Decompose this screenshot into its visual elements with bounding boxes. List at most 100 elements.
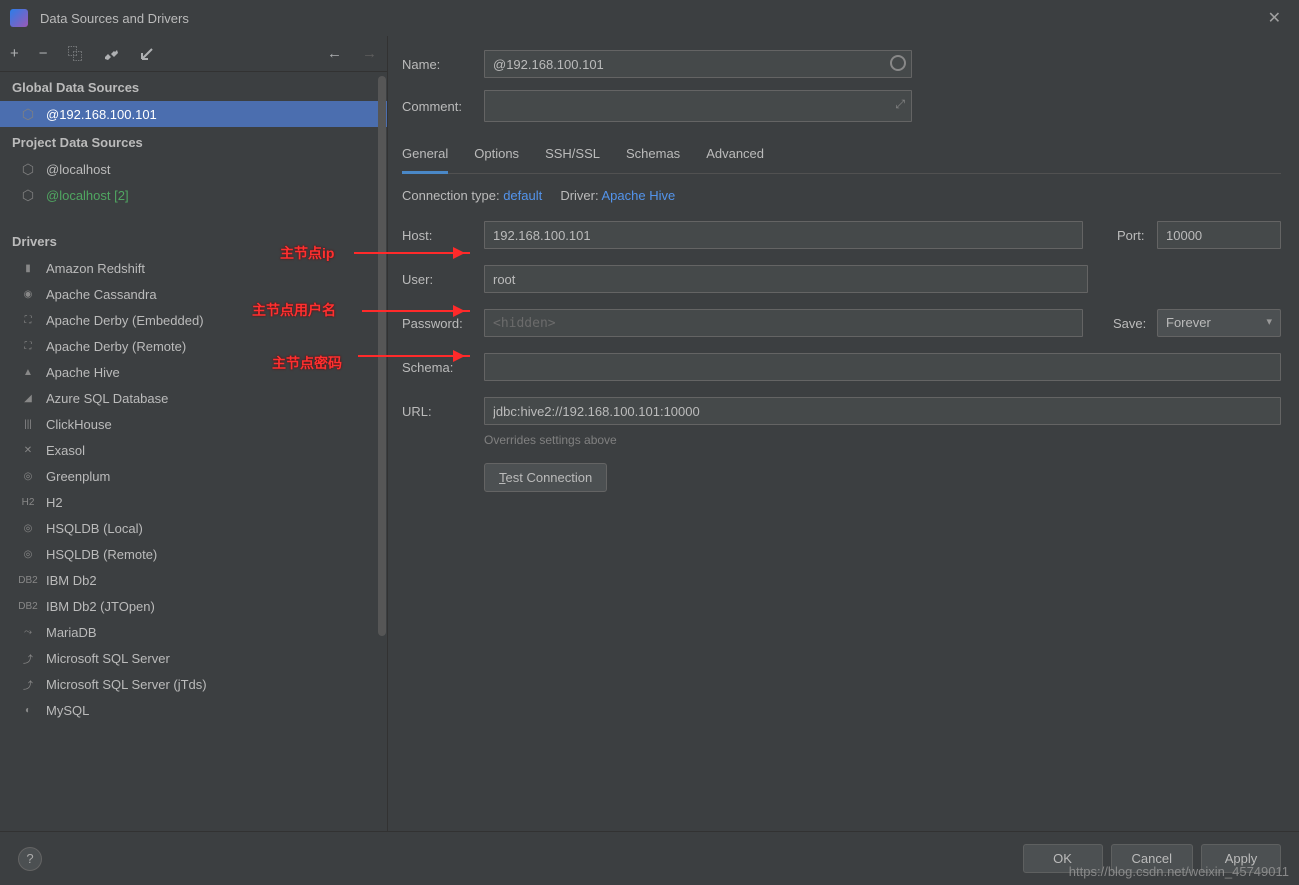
- app-icon: [10, 9, 28, 27]
- url-label: URL:: [402, 404, 484, 419]
- add-button[interactable]: +: [10, 45, 19, 62]
- expand-icon[interactable]: ⤢: [895, 97, 905, 112]
- driver-item[interactable]: ▲ Apache Hive: [0, 359, 387, 385]
- annotation-arrow-password: [358, 355, 470, 357]
- tab-schemas[interactable]: Schemas: [626, 140, 680, 173]
- driver-item[interactable]: ⛶Apache Derby (Embedded): [0, 307, 387, 333]
- tree-item-label: HSQLDB (Local): [46, 521, 143, 536]
- tree-item[interactable]: ⬡ @localhost [2]: [0, 182, 387, 208]
- datasource-icon: ◎: [20, 546, 36, 562]
- driver-item[interactable]: ▮Amazon Redshift: [0, 255, 387, 281]
- connection-type-link[interactable]: default: [503, 188, 542, 203]
- tree-item-label: Apache Hive: [46, 365, 120, 380]
- schema-input[interactable]: [484, 353, 1281, 381]
- datasource-tree[interactable]: Global Data Sources ⬡@192.168.100.101 Pr…: [0, 72, 387, 831]
- driver-item[interactable]: ◎ HSQLDB (Remote): [0, 541, 387, 567]
- tree-item-label: MariaDB: [46, 625, 97, 640]
- password-placeholder: <hidden>: [493, 316, 556, 331]
- driver-item[interactable]: ◐MySQL: [0, 697, 387, 723]
- comment-input[interactable]: ⤢: [484, 90, 912, 122]
- test-connection-button[interactable]: Test Connection: [484, 463, 607, 492]
- close-icon[interactable]: ✕: [1260, 4, 1289, 32]
- datasource-icon: DB2: [20, 572, 36, 588]
- tools-icon[interactable]: [103, 46, 119, 62]
- window-title: Data Sources and Drivers: [40, 11, 1260, 26]
- project-sources-header: Project Data Sources: [0, 127, 387, 156]
- global-sources-header: Global Data Sources: [0, 72, 387, 101]
- driver-item[interactable]: H2 H2: [0, 489, 387, 515]
- tree-item-label: MySQL: [46, 703, 89, 718]
- tree-item-label: Microsoft SQL Server: [46, 651, 170, 666]
- annotation-arrow-host: [354, 252, 470, 254]
- driver-item[interactable]: ⛶Apache Derby (Remote): [0, 333, 387, 359]
- tab-general[interactable]: General: [402, 140, 448, 174]
- driver-item[interactable]: DB2IBM Db2: [0, 567, 387, 593]
- datasource-icon: ◎: [20, 468, 36, 484]
- url-input[interactable]: [484, 397, 1281, 425]
- tree-item-label: ClickHouse: [46, 417, 112, 432]
- datasource-icon: ⤳: [20, 624, 36, 640]
- name-input[interactable]: [484, 50, 912, 78]
- host-input[interactable]: [484, 221, 1083, 249]
- connection-info: Connection type: default Driver: Apache …: [402, 188, 1281, 203]
- datasource-icon: ⬡: [20, 161, 36, 177]
- driver-item[interactable]: DB2 IBM Db2 (JTOpen): [0, 593, 387, 619]
- tree-item-label: Exasol: [46, 443, 85, 458]
- port-input[interactable]: [1157, 221, 1281, 249]
- connection-type-label: Connection type:: [402, 188, 500, 203]
- tree-item[interactable]: ⬡@192.168.100.101: [0, 101, 387, 127]
- tree-item-label: Greenplum: [46, 469, 110, 484]
- datasource-icon: H2: [20, 494, 36, 510]
- datasource-icon: ⤴: [20, 650, 36, 666]
- reset-color-icon[interactable]: [890, 55, 906, 71]
- password-input[interactable]: <hidden>: [484, 309, 1083, 337]
- forward-icon[interactable]: →: [362, 45, 377, 62]
- schema-label: Schema:: [402, 360, 484, 375]
- tree-item-label: @192.168.100.101: [46, 107, 157, 122]
- user-input[interactable]: [484, 265, 1088, 293]
- user-label: User:: [402, 272, 484, 287]
- tree-item-label: Amazon Redshift: [46, 261, 145, 276]
- tab-options[interactable]: Options: [474, 140, 519, 173]
- tree-item-label: Microsoft SQL Server (jTds): [46, 677, 207, 692]
- driver-label: Driver:: [560, 188, 598, 203]
- datasource-icon: ◢: [20, 390, 36, 406]
- help-button[interactable]: ?: [18, 847, 42, 871]
- driver-item[interactable]: ⤴ Microsoft SQL Server: [0, 645, 387, 671]
- driver-item[interactable]: ◢Azure SQL Database: [0, 385, 387, 411]
- driver-item[interactable]: ◉Apache Cassandra: [0, 281, 387, 307]
- tab-ssh-ssl[interactable]: SSH/SSL: [545, 140, 600, 173]
- tree-item[interactable]: ⬡ @localhost: [0, 156, 387, 182]
- driver-item[interactable]: |||ClickHouse: [0, 411, 387, 437]
- datasource-icon: ✕: [20, 442, 36, 458]
- driver-item[interactable]: ✕ Exasol: [0, 437, 387, 463]
- driver-item[interactable]: ⤴Microsoft SQL Server (jTds): [0, 671, 387, 697]
- export-icon[interactable]: [139, 46, 155, 62]
- datasource-icon: ▲: [20, 364, 36, 380]
- back-icon[interactable]: ←: [327, 45, 342, 62]
- driver-link[interactable]: Apache Hive: [602, 188, 676, 203]
- tree-item-label: IBM Db2 (JTOpen): [46, 599, 155, 614]
- driver-item[interactable]: ⤳ MariaDB: [0, 619, 387, 645]
- tree-item-label: @localhost: [46, 162, 111, 177]
- host-label: Host:: [402, 228, 484, 243]
- datasource-icon: ⛶: [20, 312, 36, 328]
- tree-item-label: HSQLDB (Remote): [46, 547, 157, 562]
- remove-button[interactable]: −: [39, 45, 48, 62]
- datasource-icon: DB2: [20, 598, 36, 614]
- datasource-icon: ◎: [20, 520, 36, 536]
- tree-item-label: @localhost [2]: [46, 188, 129, 203]
- sidebar: + − ⿻ ← → Global Data Sources ⬡@192.168.…: [0, 36, 388, 831]
- driver-item[interactable]: ◎ Greenplum: [0, 463, 387, 489]
- port-label: Port:: [1117, 228, 1157, 243]
- tab-advanced[interactable]: Advanced: [706, 140, 764, 173]
- driver-item[interactable]: ◎ HSQLDB (Local): [0, 515, 387, 541]
- tree-item-label: Apache Cassandra: [46, 287, 157, 302]
- save-select[interactable]: Forever: [1157, 309, 1281, 337]
- tree-item-label: H2: [46, 495, 63, 510]
- datasource-icon: ⬡: [20, 187, 36, 203]
- save-label: Save:: [1113, 316, 1157, 331]
- url-note: Overrides settings above: [484, 433, 1281, 447]
- save-value: Forever: [1166, 315, 1211, 330]
- copy-button[interactable]: ⿻: [68, 43, 83, 64]
